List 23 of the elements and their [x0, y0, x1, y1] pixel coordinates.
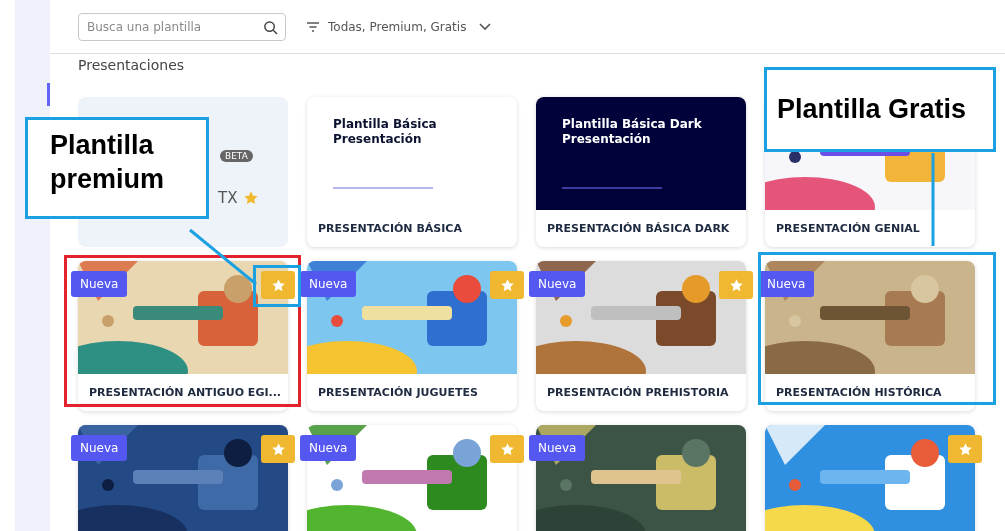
new-badge: Nueva — [71, 435, 128, 461]
template-title: PRESENTACIÓN ANTIGUO EGI... — [88, 385, 283, 401]
callout-tooltip: Plantilla Gratis — [764, 67, 996, 152]
new-badge: Nueva — [300, 271, 357, 297]
template-title: PRESENTACIÓN GENIAL — [775, 221, 921, 237]
template-title: PRESENTACIÓN HISTÓRICA — [775, 385, 943, 401]
new-badge: Nueva — [71, 271, 128, 297]
slide-heading: Plantilla Básica — [333, 117, 438, 132]
format-label: TX — [218, 189, 238, 207]
slide-heading: Presentación — [562, 132, 652, 147]
template-title: PRESENTACIÓN PREHISTORIA — [546, 385, 730, 401]
callout-tooltip: Plantilla premium — [25, 117, 209, 219]
new-badge: Nueva — [300, 435, 357, 461]
new-badge: Nueva — [529, 271, 586, 297]
slide-heading: Plantilla Básica Dark — [562, 117, 703, 132]
template-title: PRESENTACIÓN JUGUETES — [317, 385, 479, 401]
beta-badge: BETA — [220, 150, 253, 162]
template-title: PRESENTACIÓN BÁSICA — [317, 221, 463, 237]
template-title: PRESENTACIÓN BÁSICA DARK — [546, 221, 731, 237]
section-title: Presentaciones — [78, 57, 185, 73]
new-badge: Nueva — [758, 271, 815, 297]
slide-heading: Presentación — [333, 132, 423, 147]
new-badge: Nueva — [529, 435, 586, 461]
